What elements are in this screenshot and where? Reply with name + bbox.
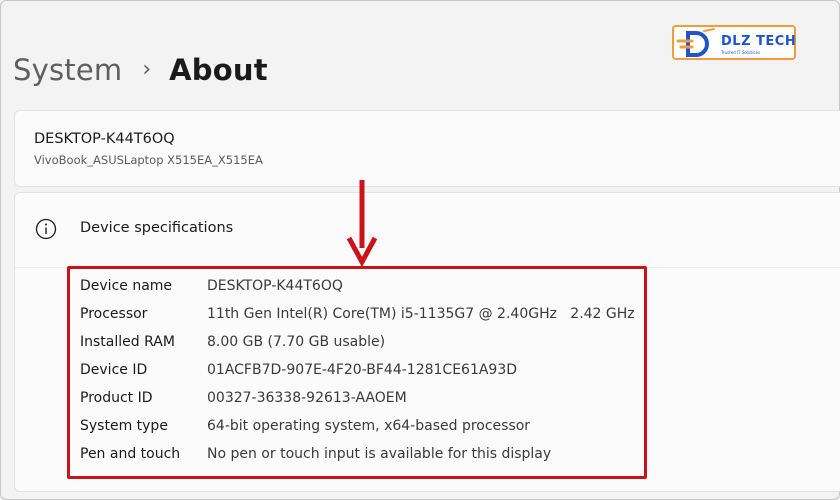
logo-d-icon [676, 28, 715, 57]
highlight-box [67, 266, 647, 479]
device-name-card[interactable]: DESKTOP-K44T6OQ VivoBook_ASUSLaptop X515… [14, 110, 840, 187]
breadcrumb-system-link[interactable]: System [13, 53, 122, 87]
breadcrumb: System › About [13, 48, 268, 92]
device-model-subtitle: VivoBook_ASUSLaptop X515EA_X515EA [34, 153, 263, 167]
logo-text: DLZ TECH [721, 34, 797, 49]
breadcrumb-chevron-icon: › [142, 56, 152, 82]
watermark-logo: DLZ TECH Trusted IT Solutions [672, 25, 796, 60]
logo-tagline: Trusted IT Solutions [721, 50, 761, 55]
page-title: About [169, 53, 268, 87]
device-specifications-header[interactable]: Device specifications [15, 193, 840, 268]
device-name-title: DESKTOP-K44T6OQ [34, 131, 175, 147]
device-specifications-title: Device specifications [80, 220, 234, 236]
info-icon [35, 218, 57, 240]
down-arrow-icon [346, 180, 378, 268]
